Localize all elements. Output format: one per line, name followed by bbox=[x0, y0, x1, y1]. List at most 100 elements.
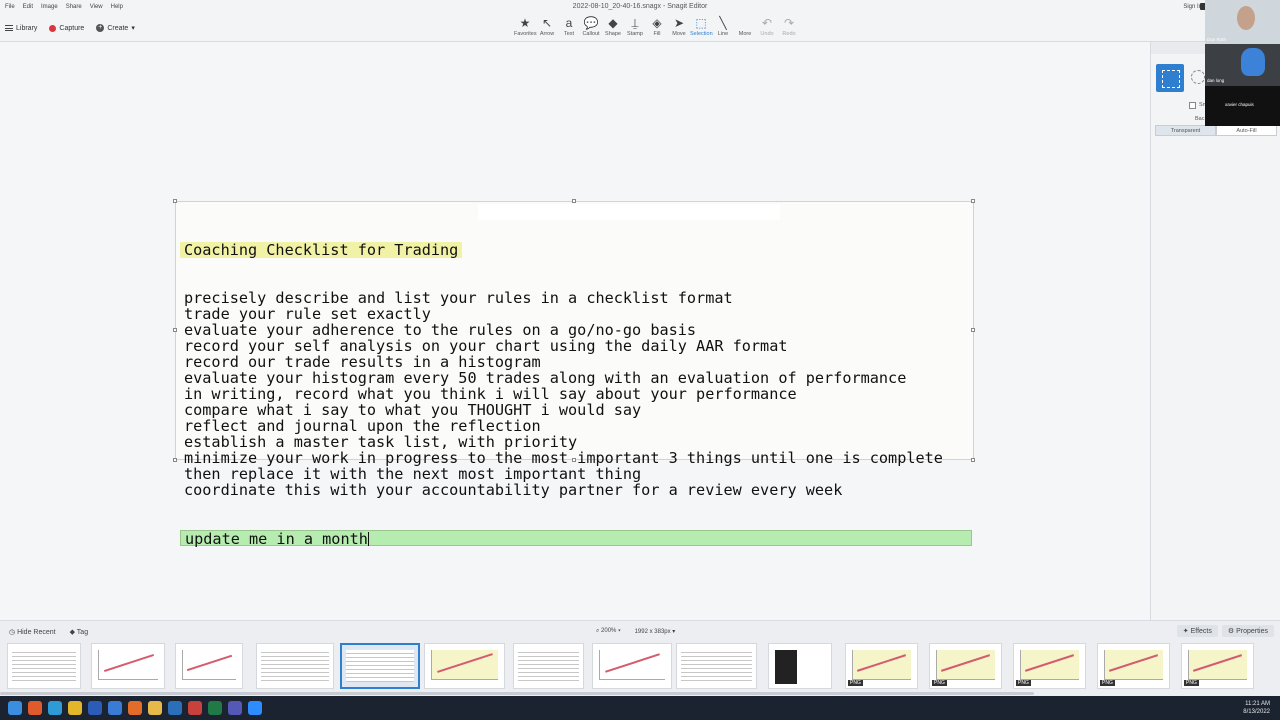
tool-favorites[interactable]: ★ Favorites bbox=[514, 15, 537, 37]
tool-move[interactable]: ➤ Move bbox=[668, 15, 690, 37]
tool-selection[interactable]: ⬚ Selection bbox=[690, 15, 713, 37]
participant-name: Dan Roth bbox=[1207, 37, 1227, 42]
create-button[interactable]: + Create ▾ bbox=[96, 24, 135, 32]
png-badge: PNG bbox=[1016, 680, 1031, 686]
effects-icon: ✦ bbox=[1182, 628, 1189, 635]
auto-fill-option[interactable]: Auto-Fill bbox=[1216, 125, 1277, 136]
capture-button[interactable]: Capture bbox=[49, 24, 85, 32]
tool-line[interactable]: ╲ Line bbox=[712, 15, 734, 37]
capture-thumbnail[interactable]: PNG bbox=[1013, 643, 1086, 689]
capture-thumbnail-selected[interactable] bbox=[340, 643, 420, 689]
capture-thumbnail[interactable]: PNG bbox=[1181, 643, 1254, 689]
capture-thumbnail[interactable] bbox=[768, 643, 832, 689]
scrollbar-thumb[interactable] bbox=[0, 692, 1034, 695]
capture-thumbnail[interactable] bbox=[513, 643, 584, 689]
resize-handle[interactable] bbox=[971, 199, 975, 203]
tool-shape[interactable]: ◆ Shape bbox=[602, 15, 624, 37]
start-icon[interactable] bbox=[8, 701, 22, 715]
checklist-line: compare what i say to what you THOUGHT i… bbox=[184, 401, 642, 419]
checklist-line-active[interactable]: update me in a month bbox=[180, 530, 972, 547]
capture-thumbnail[interactable] bbox=[91, 643, 165, 689]
hide-recent-button[interactable]: ◷ Hide Recent bbox=[9, 628, 56, 636]
tool-label: Shape bbox=[605, 31, 621, 37]
library-label: Library bbox=[16, 24, 38, 32]
arrow-icon: ↖ bbox=[541, 16, 553, 30]
capture-thumbnail[interactable] bbox=[592, 643, 672, 689]
capture-thumbnail[interactable]: PNG bbox=[845, 643, 918, 689]
capture-thumbnail[interactable] bbox=[175, 643, 243, 689]
toolbar: Library Capture + Create ▾ ★ Favorites ↖ Ar… bbox=[0, 14, 1280, 42]
thumbnail-preview bbox=[518, 649, 579, 683]
tool-more[interactable]: More bbox=[734, 15, 756, 37]
text-caret bbox=[367, 532, 369, 546]
tool-text[interactable]: a Text bbox=[558, 15, 580, 37]
ellipse-selection-icon[interactable] bbox=[1191, 70, 1205, 84]
transparent-option[interactable]: Transparent bbox=[1155, 125, 1216, 136]
participant-avatar bbox=[1241, 48, 1265, 76]
tool-fill[interactable]: ◈ Fill bbox=[646, 15, 668, 37]
image-size-dropdown[interactable]: 1992 x 383px ▾ bbox=[635, 628, 676, 635]
tool-label: Text bbox=[563, 31, 575, 37]
tool-label: Favorites bbox=[514, 31, 537, 37]
background-toggle: Transparent Auto-Fill bbox=[1155, 125, 1277, 136]
tool-label: Line bbox=[717, 31, 729, 37]
checklist-line: coordinate this with your accountability… bbox=[184, 481, 843, 499]
tool-label: Arrow bbox=[539, 31, 555, 37]
effects-button[interactable]: ✦ Effects bbox=[1176, 625, 1218, 637]
excel-icon[interactable] bbox=[208, 701, 222, 715]
resize-handle[interactable] bbox=[173, 199, 177, 203]
participant-name: dan long bbox=[1207, 78, 1225, 83]
capture-thumbnail[interactable] bbox=[256, 643, 334, 689]
teams-icon[interactable] bbox=[228, 701, 242, 715]
snagit-icon[interactable] bbox=[188, 701, 202, 715]
library-button[interactable]: Library bbox=[5, 25, 37, 32]
checklist-title: Coaching Checklist for Trading bbox=[180, 242, 463, 258]
tool-undo[interactable]: ↶ Undo bbox=[756, 15, 778, 37]
zoom-value: 200% bbox=[601, 628, 617, 634]
tag-button[interactable]: ◆ Tag bbox=[70, 628, 89, 636]
window-title: 2022-08-10_20-40-16.snagx - Snagit Edito… bbox=[572, 3, 708, 10]
capture-label: Capture bbox=[59, 24, 85, 32]
capture-thumbnail[interactable] bbox=[424, 643, 505, 689]
capture-thumbnail[interactable]: PNG bbox=[1097, 643, 1170, 689]
thumbnail-preview bbox=[775, 650, 797, 684]
snap-checkbox[interactable] bbox=[1189, 102, 1196, 109]
thumbnail-preview bbox=[12, 649, 76, 683]
resize-handle[interactable] bbox=[173, 458, 177, 462]
taskbar-clock[interactable]: 11:21 AM 8/13/2022 bbox=[1243, 700, 1270, 716]
tool-arrow[interactable]: ↖ Arrow bbox=[536, 15, 558, 37]
checklist-line: minimize your work in progress to the mo… bbox=[184, 449, 943, 467]
capture-thumbnail[interactable] bbox=[676, 643, 757, 689]
png-badge: PNG bbox=[1184, 680, 1199, 686]
rectangle-selection-icon[interactable] bbox=[1156, 64, 1184, 92]
firefox-icon[interactable] bbox=[128, 701, 142, 715]
chrome-icon[interactable] bbox=[68, 701, 82, 715]
brave-icon[interactable] bbox=[28, 701, 42, 715]
text-annotation[interactable]: Coaching Checklist for Trading precisely… bbox=[180, 210, 972, 578]
zoom-dropdown[interactable]: ⌕ 200% ▾ bbox=[596, 628, 621, 635]
capture-thumbnail[interactable]: PNG bbox=[929, 643, 1002, 689]
resize-handle[interactable] bbox=[173, 328, 177, 332]
undo-icon: ↶ bbox=[761, 16, 773, 30]
thumbnail-preview bbox=[1104, 650, 1163, 680]
thumbnail-preview bbox=[261, 649, 329, 683]
folder-icon[interactable] bbox=[148, 701, 162, 715]
properties-button[interactable]: ⚙ Properties bbox=[1221, 625, 1274, 637]
capture-thumbnail[interactable] bbox=[7, 643, 81, 689]
tool-callout[interactable]: 💬 Callout bbox=[580, 15, 602, 37]
more-icon bbox=[734, 15, 756, 31]
tool-label: Stamp bbox=[627, 31, 643, 37]
menu-icon bbox=[5, 25, 13, 31]
snagit-capture-icon[interactable] bbox=[168, 701, 182, 715]
notepad-icon[interactable] bbox=[108, 701, 122, 715]
tool-redo[interactable]: ↷ Redo bbox=[778, 15, 800, 37]
tool-stamp[interactable]: ⍊ Stamp bbox=[624, 15, 646, 37]
edge-icon[interactable] bbox=[48, 701, 62, 715]
editor-canvas[interactable]: Coaching Checklist for Trading precisely… bbox=[0, 42, 1150, 620]
hide-recent-label: Hide Recent bbox=[17, 629, 56, 636]
word-icon[interactable] bbox=[88, 701, 102, 715]
callout-icon: 💬 bbox=[583, 16, 599, 30]
zoom-icon[interactable] bbox=[248, 701, 262, 715]
resize-handle[interactable] bbox=[572, 199, 576, 203]
redo-icon: ↷ bbox=[783, 16, 795, 30]
